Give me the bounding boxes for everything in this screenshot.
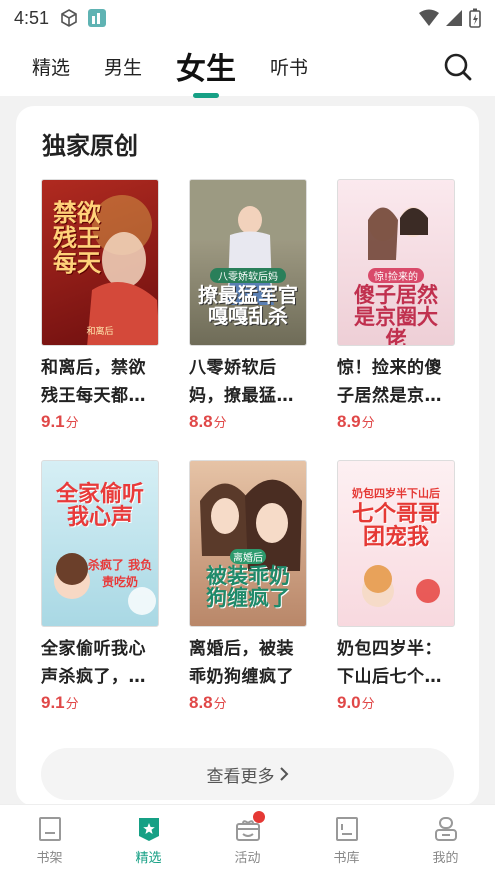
featured-star-icon bbox=[138, 818, 159, 841]
book-card[interactable]: 全家偷听我心声 杀疯了 我负责吃奶 全家偷听我心声杀疯了，… 9.1分 bbox=[41, 460, 159, 713]
book-cover[interactable]: 禁欲残王每天 和离后 bbox=[41, 179, 159, 346]
book-score: 9.0分 bbox=[337, 693, 375, 712]
tab-featured[interactable]: 精选 bbox=[32, 53, 70, 80]
tab-audiobook[interactable]: 听书 bbox=[270, 53, 308, 80]
chevron-right-icon bbox=[279, 767, 288, 781]
book-cover[interactable]: 离婚后 被装乖奶狗缠疯了 bbox=[189, 460, 307, 627]
nav-bookshelf[interactable]: 书架 bbox=[0, 805, 99, 880]
book-score: 8.8分 bbox=[189, 412, 227, 431]
book-title: 和离后，禁欲残王每天都… bbox=[41, 358, 146, 406]
book-card[interactable]: 禁欲残王每天 和离后 和离后，禁欲残王每天都… 9.1分 bbox=[41, 179, 159, 432]
signal-icon bbox=[446, 10, 462, 26]
notification-dot bbox=[253, 811, 266, 823]
book-score: 9.1分 bbox=[41, 412, 79, 431]
section-title: 独家原创 bbox=[42, 131, 138, 160]
book-card[interactable]: 惊!捡来的 傻子居然是京圈大佬 惊！捡来的傻子居然是京… 8.9分 bbox=[337, 179, 455, 432]
nav-library[interactable]: 书库 bbox=[297, 805, 396, 880]
profile-icon bbox=[434, 817, 457, 841]
nav-activity[interactable]: 活动 bbox=[198, 805, 297, 880]
tab-male[interactable]: 男生 bbox=[104, 53, 142, 80]
book-card[interactable]: 离婚后 被装乖奶狗缠疯了 离婚后，被装乖奶狗缠疯了 8.8分 bbox=[189, 460, 307, 713]
book-cover[interactable]: 全家偷听我心声 杀疯了 我负责吃奶 bbox=[41, 460, 159, 627]
library-icon bbox=[335, 817, 358, 841]
search-icon[interactable] bbox=[443, 52, 473, 82]
battery-icon bbox=[469, 8, 481, 28]
cube-icon bbox=[61, 9, 77, 27]
status-bar: 4:51 bbox=[0, 0, 495, 36]
book-card[interactable]: 八零娇软后妈 撩最猛军官嘎嘎乱杀 八零娇软后妈，撩最猛… 8.8分 bbox=[189, 179, 307, 432]
book-title: 八零娇软后妈，撩最猛… bbox=[189, 358, 294, 406]
view-more-button[interactable]: 查看更多 bbox=[41, 748, 454, 800]
category-tabs: 精选 男生 女生 听书 bbox=[0, 36, 495, 96]
book-title: 离婚后，被装乖奶狗缠疯了 bbox=[189, 639, 294, 687]
book-cover[interactable]: 奶包四岁半下山后 七个哥哥团宠我 bbox=[337, 460, 455, 627]
book-score: 9.1分 bbox=[41, 693, 79, 712]
nav-featured[interactable]: 精选 bbox=[99, 805, 198, 880]
bookshelf-icon bbox=[38, 817, 61, 841]
bottom-nav: 书架 精选 活动 书库 我的 bbox=[0, 804, 495, 880]
book-title: 全家偷听我心声杀疯了，… bbox=[41, 639, 146, 687]
book-card[interactable]: 奶包四岁半下山后 七个哥哥团宠我 奶包四岁半：下山后七个… 9.0分 bbox=[337, 460, 455, 713]
book-cover[interactable]: 惊!捡来的 傻子居然是京圈大佬 bbox=[337, 179, 455, 346]
book-title: 奶包四岁半：下山后七个… bbox=[337, 639, 442, 687]
exclusive-original-section: 独家原创 禁欲残王每天 和离后 和离后，禁欲残王每天都… 9.1分 八零娇软后妈… bbox=[16, 106, 479, 806]
book-score: 8.8分 bbox=[189, 693, 227, 712]
status-time: 4:51 bbox=[14, 7, 50, 28]
book-score: 8.9分 bbox=[337, 412, 375, 431]
app-notification-icon bbox=[88, 9, 107, 27]
tab-female[interactable]: 女生 bbox=[176, 44, 236, 88]
wifi-icon bbox=[419, 9, 439, 26]
book-cover[interactable]: 八零娇软后妈 撩最猛军官嘎嘎乱杀 bbox=[189, 179, 307, 346]
nav-profile[interactable]: 我的 bbox=[396, 805, 495, 880]
book-title: 惊！捡来的傻子居然是京… bbox=[337, 358, 442, 406]
